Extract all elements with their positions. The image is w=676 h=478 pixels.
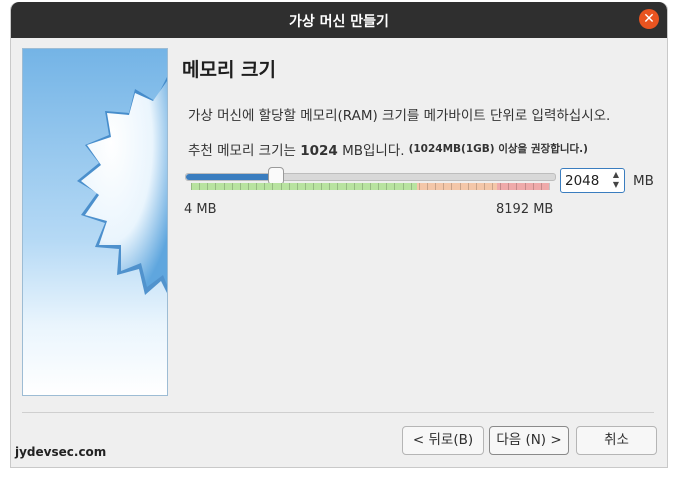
slider-tick	[305, 183, 306, 190]
slider-tick	[272, 183, 273, 190]
slider-tick	[281, 183, 282, 190]
slider-tick	[337, 183, 338, 190]
slider-tick	[346, 183, 347, 190]
slider-tick	[264, 183, 265, 190]
recommend-value: 1024	[300, 143, 338, 159]
wizard-side-image	[22, 48, 168, 396]
memory-size-spinbox[interactable]: ▲ ▼	[560, 168, 625, 193]
slider-tick	[297, 183, 298, 190]
slider-tick	[541, 183, 542, 190]
slider-tick	[191, 183, 192, 190]
slider-tick	[549, 183, 550, 190]
close-icon[interactable]: ✕	[639, 9, 659, 29]
slider-tick	[492, 183, 493, 190]
slider-tick	[460, 183, 461, 190]
warning-zone	[417, 183, 497, 190]
slider-tick	[207, 183, 208, 190]
recommended-memory-text: 추천 메모리 크기는 1024 MB입니다. (1024MB(1GB) 이상을 권…	[188, 139, 588, 159]
slider-tick	[329, 183, 330, 190]
slider-tick	[411, 183, 412, 190]
slider-tick	[215, 183, 216, 190]
memory-size-input[interactable]	[565, 171, 605, 190]
slider-max-label: 8192 MB	[496, 202, 554, 217]
slider-tick	[256, 183, 257, 190]
slider-tick	[427, 183, 428, 190]
recommend-suffix: MB입니다.	[337, 143, 405, 159]
spin-up-icon[interactable]: ▲	[611, 170, 621, 180]
dialog-window: 가상 머신 만들기 ✕ 메모리 크기 가상 머신에 할당할 메모리(RAM) 크…	[10, 2, 668, 468]
slider-tick	[476, 183, 477, 190]
window-title: 가상 머신 만들기	[289, 14, 389, 30]
back-button[interactable]: < 뒤로(B)	[402, 426, 484, 455]
slider-min-label: 4 MB	[184, 202, 217, 217]
memory-slider-track[interactable]	[185, 173, 556, 181]
memory-slider-fill	[186, 174, 275, 180]
slider-tick	[248, 183, 249, 190]
slider-tick	[354, 183, 355, 190]
slider-tick	[199, 183, 200, 190]
slider-tick	[516, 183, 517, 190]
slider-tick	[525, 183, 526, 190]
recommend-prefix: 추천 메모리 크기는	[188, 143, 301, 159]
slider-tick	[468, 183, 469, 190]
slider-tick	[232, 183, 233, 190]
slider-tick	[403, 183, 404, 190]
cancel-button[interactable]: 취소	[576, 426, 657, 455]
page-title: 메모리 크기	[182, 59, 277, 81]
slider-tick	[386, 183, 387, 190]
memory-unit-label: MB	[633, 173, 654, 189]
slider-tick	[443, 183, 444, 190]
slider-tick	[321, 183, 322, 190]
button-divider	[22, 412, 654, 413]
spin-down-icon[interactable]: ▼	[611, 180, 621, 190]
slider-tick	[313, 183, 314, 190]
next-button[interactable]: 다음 (N) >	[489, 426, 569, 455]
slider-tick	[240, 183, 241, 190]
title-bar: 가상 머신 만들기 ✕	[11, 2, 667, 38]
memory-description: 가상 머신에 할당할 메모리(RAM) 크기를 메가바이트 단위로 입력하십시오…	[188, 108, 611, 124]
slider-tick	[419, 183, 420, 190]
slider-tick	[484, 183, 485, 190]
slider-tick	[378, 183, 379, 190]
slider-tick	[362, 183, 363, 190]
slider-tick	[533, 183, 534, 190]
recommend-note: (1024MB(1GB) 이상을 권장합니다.)	[408, 143, 588, 155]
slider-tick	[224, 183, 225, 190]
slider-tick	[289, 183, 290, 190]
slider-tick	[394, 183, 395, 190]
memory-range-indicator	[191, 183, 550, 190]
slider-tick	[370, 183, 371, 190]
slider-tick	[500, 183, 501, 190]
slider-tick	[435, 183, 436, 190]
slider-tick	[451, 183, 452, 190]
slider-tick	[508, 183, 509, 190]
watermark-text: jydevsec.com	[15, 445, 107, 459]
